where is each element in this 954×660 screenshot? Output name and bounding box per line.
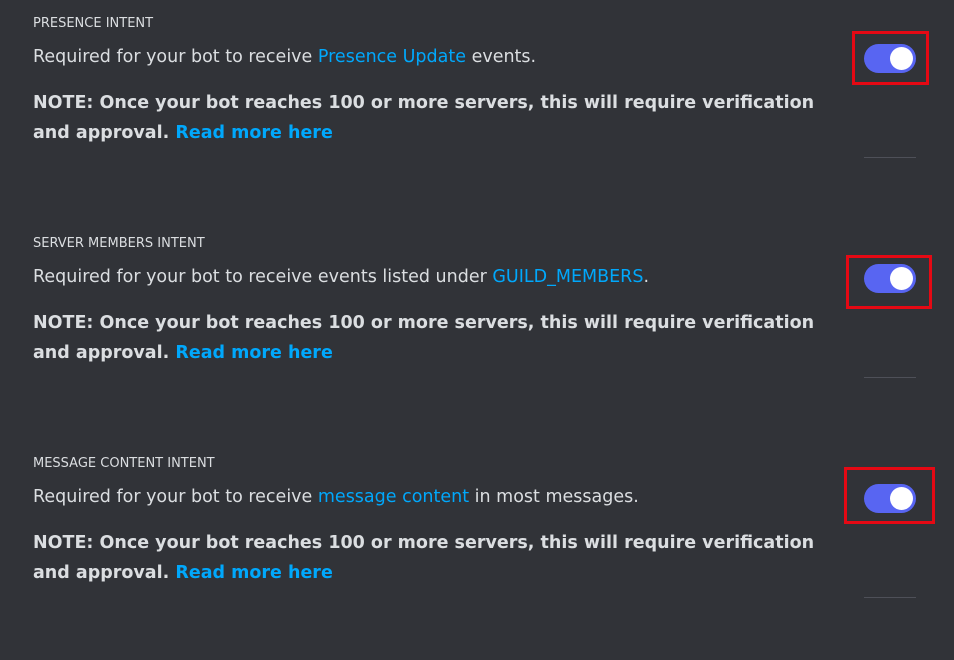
description-text: events. xyxy=(466,47,537,67)
description-text: in most messages. xyxy=(469,487,639,507)
read-more-link[interactable]: Read more here xyxy=(175,563,332,583)
message-content-intent-section: MESSAGE CONTENT INTENT Required for your… xyxy=(0,440,954,660)
note-text: NOTE: Once your bot reaches 100 or more … xyxy=(33,533,815,583)
section-divider xyxy=(864,377,916,378)
section-divider xyxy=(864,157,916,158)
description-text: Required for your bot to receive xyxy=(33,47,318,67)
message-content-intent-title: MESSAGE CONTENT INTENT xyxy=(33,456,215,471)
message-content-link[interactable]: message content xyxy=(318,487,469,507)
read-more-link[interactable]: Read more here xyxy=(175,123,332,143)
highlight-box xyxy=(852,31,929,85)
description-text: . xyxy=(643,267,650,287)
section-divider xyxy=(864,597,916,598)
server-members-intent-title: SERVER MEMBERS INTENT xyxy=(33,236,205,251)
presence-intent-section: PRESENCE INTENT Required for your bot to… xyxy=(0,0,954,220)
read-more-link[interactable]: Read more here xyxy=(175,343,332,363)
note-text: NOTE: Once your bot reaches 100 or more … xyxy=(33,93,815,143)
presence-intent-title: PRESENCE INTENT xyxy=(33,16,154,31)
presence-intent-note: NOTE: Once your bot reaches 100 or more … xyxy=(33,88,833,148)
description-text: Required for your bot to receive events … xyxy=(33,267,493,287)
presence-intent-description: Required for your bot to receive Presenc… xyxy=(33,47,536,67)
highlight-box xyxy=(844,467,935,524)
presence-update-link[interactable]: Presence Update xyxy=(318,47,466,67)
description-text: Required for your bot to receive xyxy=(33,487,318,507)
message-content-intent-description: Required for your bot to receive message… xyxy=(33,487,639,507)
message-content-intent-note: NOTE: Once your bot reaches 100 or more … xyxy=(33,528,833,588)
guild-members-link[interactable]: GUILD_MEMBERS xyxy=(492,267,643,287)
highlight-box xyxy=(846,255,932,309)
server-members-intent-note: NOTE: Once your bot reaches 100 or more … xyxy=(33,308,833,368)
server-members-intent-section: SERVER MEMBERS INTENT Required for your … xyxy=(0,220,954,440)
note-text: NOTE: Once your bot reaches 100 or more … xyxy=(33,313,815,363)
server-members-intent-description: Required for your bot to receive events … xyxy=(33,267,649,287)
